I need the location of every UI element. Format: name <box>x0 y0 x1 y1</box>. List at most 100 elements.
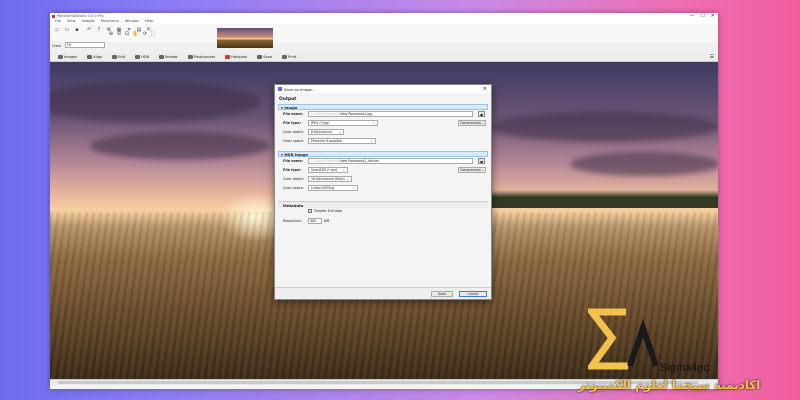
edit-icon <box>112 55 118 59</box>
hdr-filename-path: C:\Users\Desktop\ <box>311 159 340 163</box>
tab-images[interactable]: Images <box>55 55 80 59</box>
dialog-title-bar: Save as image... × <box>275 85 491 93</box>
dialog-close-icon[interactable]: × <box>483 85 487 93</box>
hdr-filetype-row: File type: OpenEXR (*.exr) ⌄ Compression.… <box>278 166 488 175</box>
hdr-compression-button[interactable]: Compression... <box>458 167 486 173</box>
tab-hotspots[interactable]: Hotspots <box>222 55 250 59</box>
hdr-colordepth-row: Color depth: 16 bit/channel (float) ⌄ <box>278 175 488 184</box>
hdr-filename-value: View Panorama2_hdr.exr <box>339 159 379 163</box>
tab-render-label: Render <box>165 55 178 59</box>
tab-align-label: Align <box>93 55 103 59</box>
save-as-image-dialog: Save as image... × Output ▾ Image File n… <box>274 84 492 300</box>
render-icon <box>159 55 165 59</box>
new-icon[interactable]: ▫ <box>54 27 60 33</box>
tab-align[interactable]: Align <box>84 55 105 59</box>
image-filetype-label: File type: <box>283 121 302 125</box>
image-browse-icon[interactable]: ▪ <box>478 111 485 117</box>
select-icon[interactable]: ⬚ <box>150 31 156 37</box>
a-mark <box>627 318 658 367</box>
hdr-colorspace-select[interactable]: Linear ACEScg ⌄ <box>308 185 358 191</box>
save-button[interactable]: Save <box>431 291 453 297</box>
tab-save-label: Save <box>263 55 273 59</box>
resolution-stepper[interactable]: 300 <box>308 218 322 224</box>
chevron-down-icon: ⌄ <box>370 139 373 143</box>
hdr-icon <box>135 55 141 59</box>
image-filetype-value: JPEG (*.jpg) <box>311 121 330 125</box>
cloud-shape <box>90 132 270 160</box>
image-filetype-row: File type: JPEG (*.jpg) ⌄ Compression... <box>278 119 488 128</box>
image-colordepth-label: Color depth: <box>283 130 304 134</box>
postprocess-icon <box>187 55 193 59</box>
tab-images-label: Images <box>64 55 78 59</box>
hdr-colorspace-label: Color space: <box>283 186 305 190</box>
zoom-in-icon[interactable]: ⊕ <box>108 31 114 37</box>
resolution-unit: DPI <box>324 219 330 223</box>
image-filename-input[interactable]: C:\Users\Desktop\View Panorama2.jpg <box>308 111 473 117</box>
window-title: PanoramaStudio 4.0.0 Pro <box>57 14 104 18</box>
transfer-exif-label: Transfer Exif data <box>314 209 342 213</box>
open-folder-icon[interactable]: ▭ <box>64 27 70 33</box>
panorama-thumbnail[interactable] <box>217 28 273 48</box>
hdr-colordepth-select[interactable]: 16 bit/channel (float) ⌄ <box>308 176 352 182</box>
brand-text: Sigma4pc <box>660 362 709 374</box>
hdr-filename-row: File name: C:\Users\Desktop\View Panoram… <box>278 157 488 166</box>
chevron-down-icon: ⌄ <box>342 168 345 172</box>
view-select[interactable]: Fit <box>65 42 105 48</box>
hdr-colordepth-label: Color depth: <box>283 177 304 181</box>
print-icon <box>282 55 288 59</box>
dialog-footer: Save Cancel <box>275 287 491 299</box>
image-colorspace-value: Preserve if possible <box>311 139 342 143</box>
tab-hdr[interactable]: HDR <box>132 55 152 59</box>
tab-print[interactable]: Print <box>279 55 299 59</box>
hdr-filetype-select[interactable]: OpenEXR (*.exr) ⌄ <box>308 167 348 173</box>
tab-save[interactable]: Save <box>254 55 275 59</box>
hdr-filename-label: File name: <box>283 159 304 163</box>
hamburger-menu-icon[interactable]: ☰ <box>710 54 714 60</box>
cancel-button[interactable]: Cancel <box>459 291 487 297</box>
tab-edit-label: Edit <box>118 55 126 59</box>
app-icon <box>52 14 55 18</box>
dialog-title: Save as image... <box>284 86 316 92</box>
dialog-app-icon <box>278 87 282 91</box>
resolution-row: Resolution: 300 DPI <box>278 217 488 226</box>
chevron-down-icon: ⌄ <box>338 130 341 134</box>
tab-render[interactable]: Render <box>156 55 181 59</box>
checkmark-icon: ✓ <box>308 209 312 213</box>
image-colordepth-row: Color depth: 8 bit/channel ⌄ <box>278 128 488 137</box>
help-icon[interactable]: ? <box>96 27 102 33</box>
image-colordepth-select[interactable]: 8 bit/channel ⌄ <box>308 129 344 135</box>
save-icon[interactable]: ▪ <box>74 27 80 33</box>
hdr-browse-icon[interactable]: ▪ <box>478 158 485 164</box>
resolution-label: Resolution: <box>283 219 302 223</box>
zoom-out-icon[interactable]: ⊖ <box>116 31 122 37</box>
hdr-colorspace-row: Color space: Linear ACEScg ⌄ <box>278 184 488 193</box>
tab-postprocess-label: Postprocess <box>193 55 216 59</box>
chevron-down-icon: ⌄ <box>352 186 355 190</box>
transfer-exif-row: ✓ Transfer Exif data <box>278 208 488 217</box>
image-filename-label: File name: <box>283 112 304 116</box>
hdr-filetype-value: OpenEXR (*.exr) <box>311 168 338 172</box>
tab-edit[interactable]: Edit <box>109 55 128 59</box>
image-compression-button[interactable]: Compression... <box>458 120 486 126</box>
tree-line <box>490 190 718 208</box>
chevron-down-icon: ⌄ <box>346 177 349 181</box>
main-toolbar: ▫ ▭ ▪ ↶ ? ⚙ ▦ ⌗ ▤ ⇱ View Fit ⊕ ⊖ ⊡ ✋ ⟳ ⬚ <box>50 24 718 48</box>
transfer-exif-checkbox[interactable]: ✓ Transfer Exif data <box>308 209 342 213</box>
undo-icon[interactable]: ↶ <box>86 27 92 33</box>
image-colorspace-select[interactable]: Preserve if possible ⌄ <box>308 138 376 144</box>
image-colordepth-value: 8 bit/channel <box>311 130 332 134</box>
image-filetype-select[interactable]: JPEG (*.jpg) ⌄ <box>308 120 378 126</box>
image-filename-value: View Panorama2.jpg <box>339 112 373 116</box>
rotate-icon[interactable]: ⟳ <box>142 31 148 37</box>
arabic-watermark: اكاديمية سيجما لعلوم الكمبيوتر <box>578 378 761 392</box>
tab-postprocess[interactable]: Postprocess <box>185 55 218 59</box>
hdr-filename-input[interactable]: C:\Users\Desktop\View Panorama2_hdr.exr <box>308 158 473 164</box>
tab-hdr-label: HDR <box>141 55 150 59</box>
sigma-mark <box>588 308 628 370</box>
hdr-colordepth-value: 16 bit/channel (float) <box>311 177 345 181</box>
hand-icon[interactable]: ✋ <box>132 31 138 37</box>
chevron-down-icon: ⌄ <box>372 121 375 125</box>
zoom-fit-icon[interactable]: ⊡ <box>124 31 130 37</box>
save-tab-icon <box>257 55 263 59</box>
tab-print-label: Print <box>288 55 297 59</box>
